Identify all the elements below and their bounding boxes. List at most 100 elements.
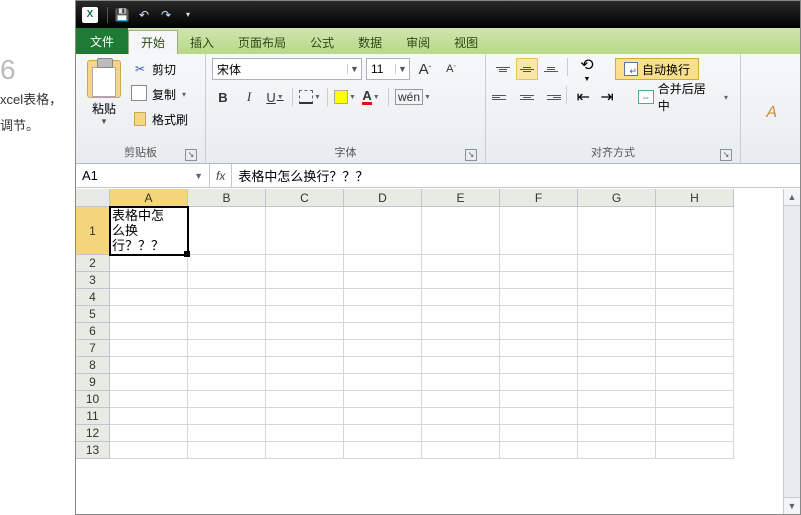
cell[interactable] [500,357,578,374]
row-header[interactable]: 2 [76,255,110,272]
tab-home[interactable]: 开始 [128,30,178,54]
cell[interactable] [422,357,500,374]
cell[interactable] [188,207,266,255]
cell[interactable] [422,408,500,425]
align-right-button[interactable] [540,86,562,108]
cell[interactable] [422,391,500,408]
cell[interactable] [578,408,656,425]
font-name-combo[interactable]: 宋体▼ [212,58,362,80]
format-painter-button[interactable]: 格式刷 [130,108,190,130]
tab-insert[interactable]: 插入 [178,30,226,54]
col-header-A[interactable]: A [110,189,188,207]
cell[interactable] [656,391,734,408]
cell[interactable] [578,272,656,289]
paste-button[interactable]: 粘贴 ▼ [82,58,126,142]
cell[interactable] [344,391,422,408]
cell[interactable] [578,207,656,255]
align-middle-button[interactable] [516,58,538,80]
col-header-G[interactable]: G [578,189,656,207]
cell[interactable] [110,306,188,323]
redo-icon[interactable]: ↷ [156,5,176,25]
row-header[interactable]: 9 [76,374,110,391]
cell[interactable] [266,323,344,340]
row-header[interactable]: 3 [76,272,110,289]
cell[interactable] [578,340,656,357]
orientation-button[interactable]: ⟲▼ [573,58,601,80]
col-header-E[interactable]: E [422,189,500,207]
cell[interactable] [110,425,188,442]
merge-center-button[interactable]: ⇔合并后居中▾ [632,86,734,108]
cell[interactable] [266,306,344,323]
cell[interactable] [422,340,500,357]
chevron-down-icon[interactable]: ▼ [194,171,203,181]
cell[interactable] [344,323,422,340]
cell[interactable] [344,272,422,289]
cell[interactable] [500,340,578,357]
scroll-down-icon[interactable]: ▼ [784,497,800,514]
scroll-up-icon[interactable]: ▲ [784,189,800,206]
cell[interactable] [110,357,188,374]
save-icon[interactable]: 💾 [112,5,132,25]
cell[interactable] [188,408,266,425]
cell[interactable] [188,272,266,289]
cell[interactable] [422,207,500,255]
cell[interactable] [266,442,344,459]
increase-indent-button[interactable]: ⇥ [596,86,618,108]
cell[interactable] [578,255,656,272]
tab-data[interactable]: 数据 [346,30,394,54]
cell[interactable] [188,374,266,391]
cell[interactable] [266,425,344,442]
phonetic-button[interactable]: wén▼ [395,86,431,108]
cell[interactable] [344,207,422,255]
cell[interactable] [344,425,422,442]
cell[interactable] [188,340,266,357]
copy-button[interactable]: 复制▾ [130,83,190,105]
col-header-C[interactable]: C [266,189,344,207]
cell[interactable] [188,289,266,306]
cell[interactable] [500,391,578,408]
decrease-indent-button[interactable]: ⇤ [572,86,594,108]
cell[interactable] [500,323,578,340]
cell[interactable] [344,255,422,272]
cell[interactable]: 表格中怎 么换 行？？？ [110,207,188,255]
row-header[interactable]: 8 [76,357,110,374]
tab-review[interactable]: 审阅 [394,30,442,54]
cell[interactable] [500,408,578,425]
tab-pagelayout[interactable]: 页面布局 [226,30,298,54]
cell[interactable] [344,408,422,425]
cell[interactable] [344,374,422,391]
dialog-launcher-icon[interactable]: ↘ [720,149,732,161]
cell[interactable] [110,340,188,357]
cell[interactable] [266,374,344,391]
cell[interactable] [656,306,734,323]
align-top-button[interactable] [492,58,514,80]
cell[interactable] [422,306,500,323]
align-left-button[interactable] [492,86,514,108]
cell[interactable] [578,306,656,323]
row-header[interactable]: 7 [76,340,110,357]
cell[interactable] [422,374,500,391]
cell[interactable] [578,374,656,391]
cell[interactable] [188,255,266,272]
cell[interactable] [266,391,344,408]
formula-input[interactable]: 表格中怎么换行？？？ [232,164,800,187]
name-box[interactable]: A1▼ [76,164,210,187]
cell[interactable] [266,207,344,255]
cell[interactable] [188,425,266,442]
cut-button[interactable]: ✂剪切 [130,58,190,80]
cell[interactable] [110,374,188,391]
tab-view[interactable]: 视图 [442,30,490,54]
cell[interactable] [656,374,734,391]
underline-button[interactable]: U▼ [264,86,286,108]
cell[interactable] [656,340,734,357]
cell[interactable] [344,306,422,323]
cell[interactable] [344,289,422,306]
cell[interactable] [110,272,188,289]
row-header[interactable]: 1 [76,207,110,255]
cell[interactable] [656,442,734,459]
decrease-font-button[interactable]: Aˇ [440,58,462,80]
dialog-launcher-icon[interactable]: ↘ [185,149,197,161]
align-center-button[interactable] [516,86,538,108]
cell[interactable] [500,289,578,306]
cell[interactable] [422,323,500,340]
